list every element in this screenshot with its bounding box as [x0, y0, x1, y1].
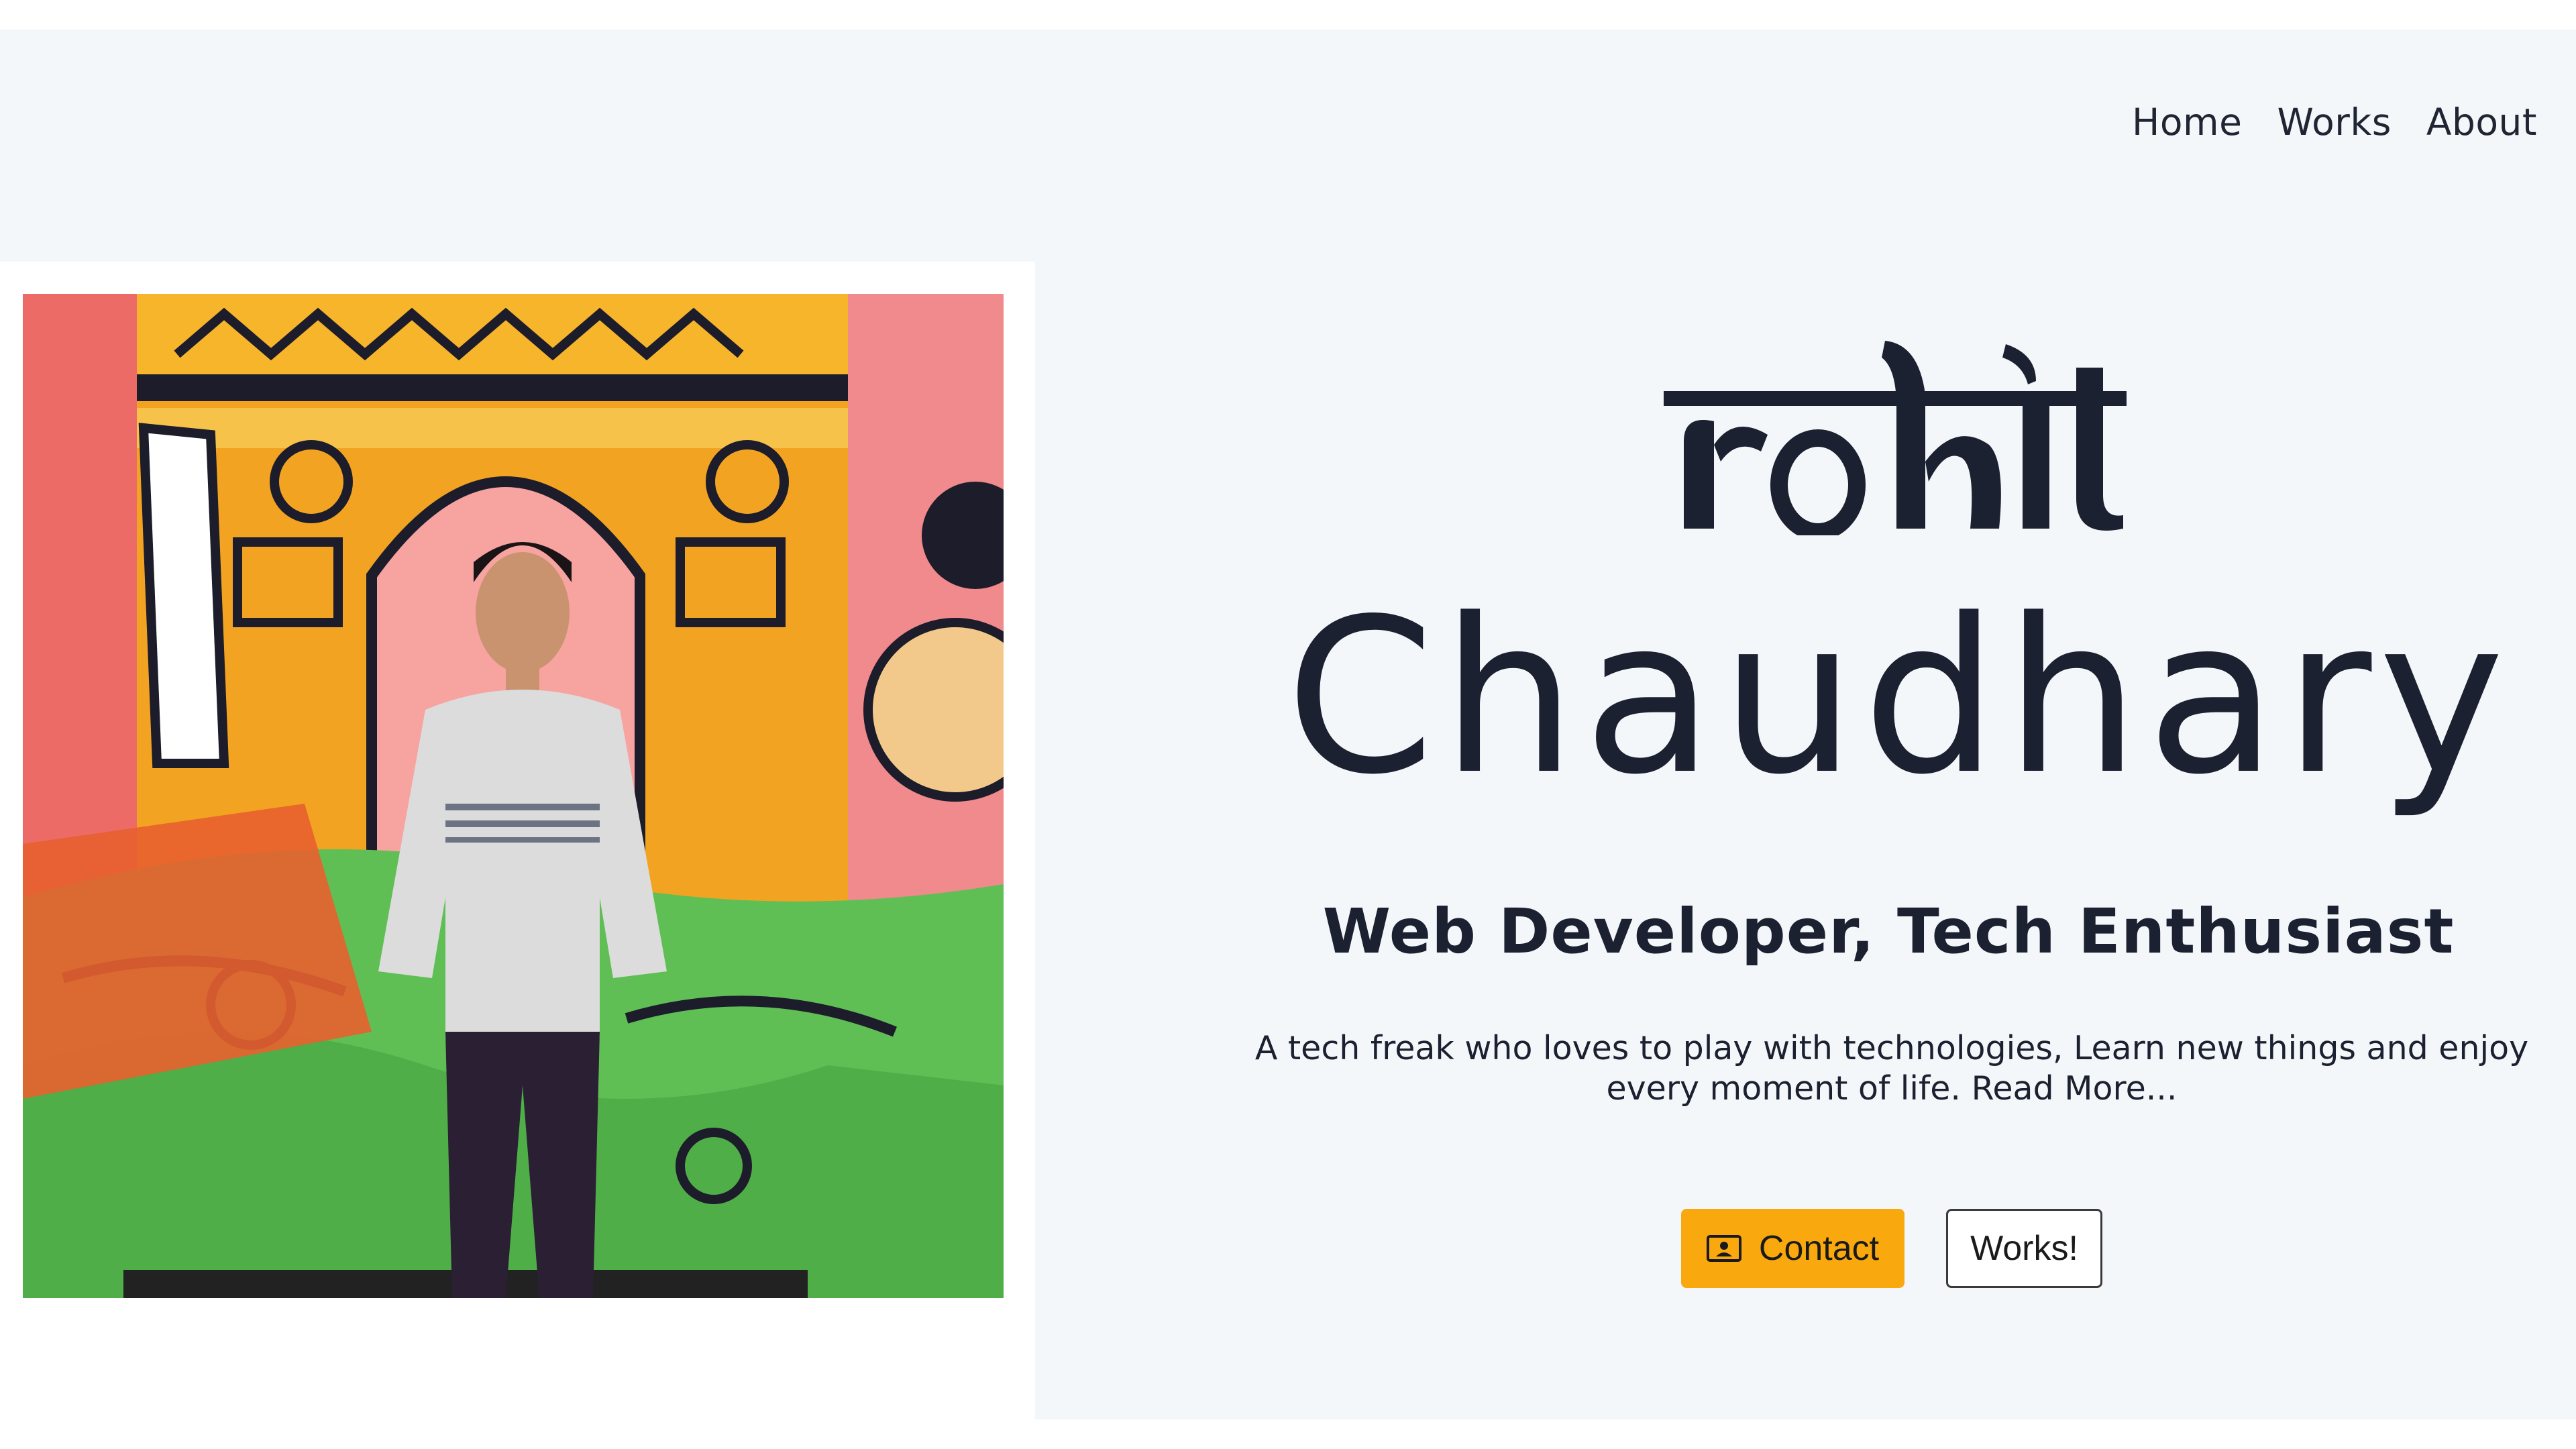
mural-portrait-image	[23, 294, 1004, 1298]
contact-button-label: Contact	[1758, 1229, 1880, 1268]
bio-text: A tech freak who loves to play with tech…	[1248, 1028, 2536, 1109]
works-button-label: Works!	[1970, 1229, 2078, 1268]
tagline: Web Developer, Tech Enthusiast	[1322, 896, 2455, 967]
bio-sentence: A tech freak who loves to play with tech…	[1254, 1029, 2529, 1108]
nav-home-link[interactable]: Home	[2132, 101, 2242, 144]
logo-script	[1660, 327, 2130, 535]
page: Home Works About Chaudhary Web Developer…	[0, 0, 2576, 1449]
cta-buttons: Contact Works!	[1681, 1209, 2102, 1288]
nav-works-link[interactable]: Works	[2277, 101, 2391, 144]
main-nav: Home Works About	[2132, 101, 2537, 144]
read-more-link[interactable]: Read More...	[1972, 1069, 2178, 1108]
surname-heading: Chaudhary	[1285, 573, 2512, 821]
contact-card-icon	[1706, 1235, 1741, 1262]
nav-about-link[interactable]: About	[2426, 101, 2537, 144]
header-background	[0, 30, 2576, 262]
rohit-script-logo	[1664, 341, 2127, 535]
profile-photo	[23, 294, 1004, 1298]
works-button[interactable]: Works!	[1946, 1209, 2102, 1288]
contact-button[interactable]: Contact	[1681, 1209, 1904, 1288]
